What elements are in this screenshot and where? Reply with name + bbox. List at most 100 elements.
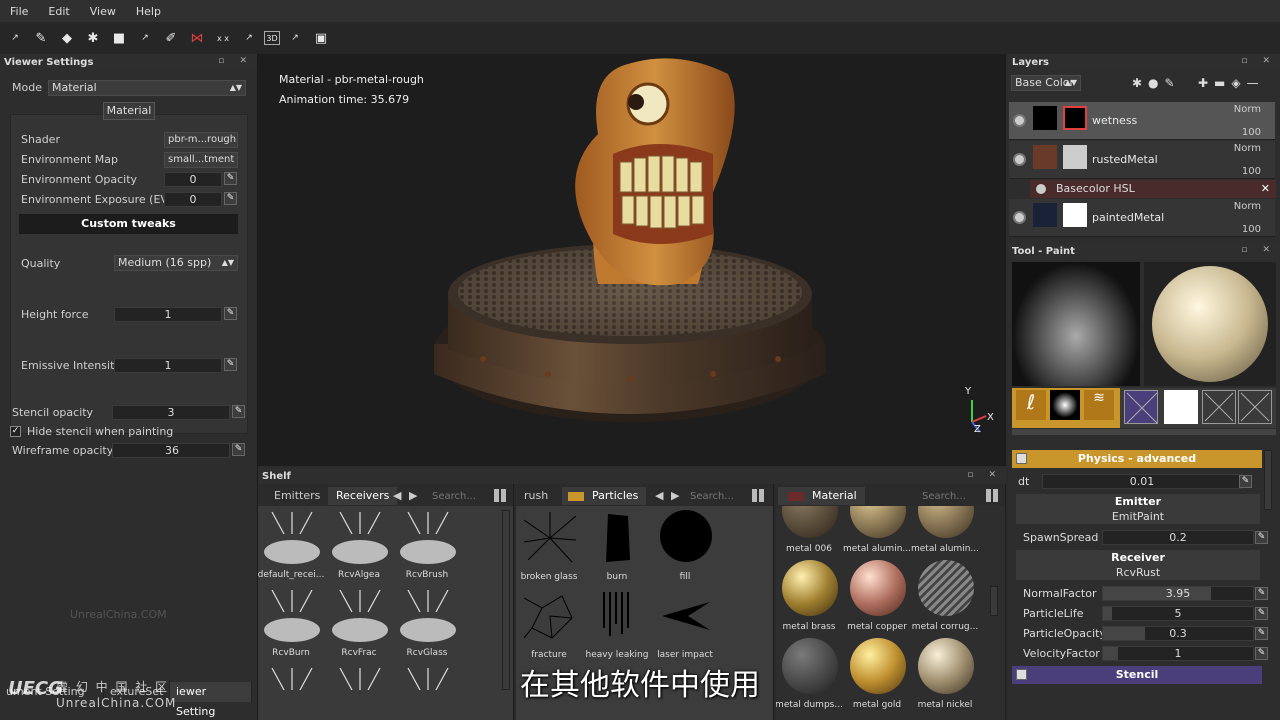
layer-add-icons[interactable]: ✚▬◈— xyxy=(1198,76,1265,90)
shelf-item[interactable]: RcvBurn xyxy=(258,586,324,664)
shelf-item[interactable]: RcvFrac xyxy=(326,586,392,664)
shelf-item[interactable]: fracture xyxy=(516,588,582,666)
3d-icon[interactable]: 3D xyxy=(264,31,280,45)
param-field[interactable]: 1 xyxy=(1102,646,1254,661)
layer-tool-icons[interactable]: ✱●✎ xyxy=(1132,76,1181,90)
shelf-item[interactable]: fill xyxy=(652,510,718,588)
edit-icon[interactable]: ✎ xyxy=(232,405,245,418)
physics-slot-icon[interactable]: ≋ xyxy=(1084,390,1114,420)
layer-row-paintedmetal[interactable]: paintedMetal Norm 100 xyxy=(1009,199,1275,237)
quality-dropdown[interactable]: Medium (16 spp) ▲▼ xyxy=(114,255,238,271)
prev-arrow-icon[interactable]: ◀ xyxy=(652,487,666,505)
shelf-item[interactable]: default_recei... xyxy=(258,508,324,586)
brush-icon[interactable]: ✎ xyxy=(30,27,52,49)
envmap-dropdown[interactable]: small...tment xyxy=(164,152,238,168)
material-tab-button[interactable]: Material xyxy=(103,102,155,120)
layer-row-wetness[interactable]: wetness Norm 100 xyxy=(1009,102,1275,140)
slot-scrollbar[interactable] xyxy=(1012,429,1276,435)
receiver-value[interactable]: RcvRust xyxy=(1016,566,1260,580)
edit-icon[interactable]: ✎ xyxy=(1255,647,1268,660)
shelf-item[interactable]: RcvAlgea xyxy=(326,508,392,586)
panel-buttons-icon[interactable]: ▫ ✕ xyxy=(967,470,1002,480)
layer-opacity[interactable]: 100 xyxy=(1242,166,1261,177)
grid-view-icon[interactable] xyxy=(494,489,507,502)
shelf-item[interactable]: metal alumin... xyxy=(911,506,979,560)
grid-view-icon[interactable] xyxy=(986,489,999,502)
shelf-item[interactable]: RcvGlass xyxy=(394,586,460,664)
param-field[interactable]: 0.3 xyxy=(1102,626,1254,641)
effect-eye-icon[interactable] xyxy=(1036,184,1046,194)
camera-icon[interactable]: ▣ xyxy=(310,27,332,49)
layer-mask-thumb[interactable] xyxy=(1063,145,1087,169)
shelf-item[interactable]: metal brass xyxy=(776,560,842,638)
visibility-eye-icon[interactable] xyxy=(1013,114,1026,127)
symmetry-icon[interactable]: ⋈ xyxy=(186,27,208,49)
shelf-item[interactable]: metal copper xyxy=(844,560,910,638)
shelf-scrollbar[interactable] xyxy=(990,586,998,616)
layer-blend-mode[interactable]: Norm xyxy=(1234,104,1261,115)
shelf-item[interactable]: burn xyxy=(584,510,650,588)
next-arrow-icon[interactable]: ▶ xyxy=(406,487,420,505)
param-field[interactable]: 3.95 xyxy=(1102,586,1254,601)
tab-particles[interactable]: Particles xyxy=(562,487,647,505)
wireframe-opacity-field[interactable]: 36 xyxy=(112,443,230,458)
stencil-opacity-field[interactable]: 3 xyxy=(112,405,230,420)
grid-view-icon[interactable] xyxy=(752,489,765,502)
custom-tweaks-header[interactable]: Custom tweaks xyxy=(19,214,238,234)
edit-icon[interactable]: ✎ xyxy=(232,443,245,456)
shelf-item[interactable]: heavy leaking xyxy=(584,588,650,666)
alpha-slot-icon[interactable] xyxy=(1050,390,1080,420)
particle-icon[interactable]: ✱ xyxy=(82,27,104,49)
shelf-item[interactable]: laser impact xyxy=(652,588,718,666)
tool-scrollbar[interactable] xyxy=(1264,450,1272,510)
panel-buttons-icon[interactable]: ▫ ✕ xyxy=(1241,56,1276,66)
brush-slot-icon[interactable]: ℓ xyxy=(1016,390,1046,420)
tab-emitters[interactable]: Emitters xyxy=(266,487,328,505)
menu-edit[interactable]: Edit xyxy=(38,5,79,18)
prev-arrow-icon[interactable]: ◀ xyxy=(390,487,404,505)
layer-mask-thumb[interactable] xyxy=(1063,106,1087,130)
export-icon[interactable]: ↗ xyxy=(134,27,156,49)
visibility-eye-icon[interactable] xyxy=(1013,211,1026,224)
layer-mask-thumb[interactable] xyxy=(1063,203,1087,227)
edit-icon[interactable]: ✎ xyxy=(224,358,237,371)
tab-material[interactable]: Material xyxy=(778,487,865,505)
visibility-eye-icon[interactable] xyxy=(1013,153,1026,166)
edit-icon[interactable]: ✎ xyxy=(1255,627,1268,640)
height-force-field[interactable]: 1 xyxy=(114,307,222,322)
tab-brush[interactable]: rush xyxy=(516,487,556,505)
layer-opacity[interactable]: 100 xyxy=(1242,224,1261,235)
layer-row-rustedmetal[interactable]: rustedMetal Norm 100 xyxy=(1009,141,1275,179)
shader-dropdown[interactable]: pbr-m...rough xyxy=(164,132,238,148)
hide-stencil-checkbox[interactable]: ✓ xyxy=(10,426,21,437)
next-arrow-icon[interactable]: ▶ xyxy=(668,487,682,505)
symmetry-xx-icon[interactable]: x x xyxy=(212,27,234,49)
panel-buttons-icon[interactable]: ▫ ✕ xyxy=(218,56,253,66)
physics-advanced-header[interactable]: Physics - advanced xyxy=(1012,450,1262,468)
eraser-icon[interactable]: ◆ xyxy=(56,27,78,49)
edit-icon[interactable]: ✎ xyxy=(1255,531,1268,544)
param-field[interactable]: 0.01 xyxy=(1042,474,1242,489)
edit-icon[interactable]: ✎ xyxy=(224,172,237,185)
tab-receivers[interactable]: Receivers xyxy=(328,487,398,505)
menu-view[interactable]: View xyxy=(80,5,126,18)
shelf-item[interactable]: metal 006 xyxy=(776,506,842,560)
smooth-slot-icon[interactable] xyxy=(1238,390,1272,424)
param-field[interactable]: 0.2 xyxy=(1102,530,1254,545)
projection-icon[interactable]: ■ xyxy=(108,27,130,49)
layer-blend-mode[interactable]: Norm xyxy=(1234,201,1261,212)
envopacity-field[interactable]: 0 xyxy=(164,172,222,187)
channel-dropdown[interactable]: Base Color ▲▼ xyxy=(1011,75,1081,91)
edit-icon[interactable]: ✎ xyxy=(224,307,237,320)
export-icon[interactable]: ↗ xyxy=(284,27,306,49)
layer-blend-mode[interactable]: Norm xyxy=(1234,143,1261,154)
shelf-item[interactable]: RcvBrush xyxy=(394,508,460,586)
edit-icon[interactable]: ✎ xyxy=(224,192,237,205)
layer-effect-basecolor-hsl[interactable]: Basecolor HSL ✕ xyxy=(1030,180,1276,198)
export-icon[interactable]: ↗ xyxy=(238,27,260,49)
height-slot-icon[interactable] xyxy=(1202,390,1236,424)
export-icon[interactable]: ↗ xyxy=(4,27,26,49)
color-slot-icon[interactable] xyxy=(1164,390,1198,424)
edit-icon[interactable]: ✎ xyxy=(1239,475,1252,488)
edit-icon[interactable]: ✎ xyxy=(1255,587,1268,600)
